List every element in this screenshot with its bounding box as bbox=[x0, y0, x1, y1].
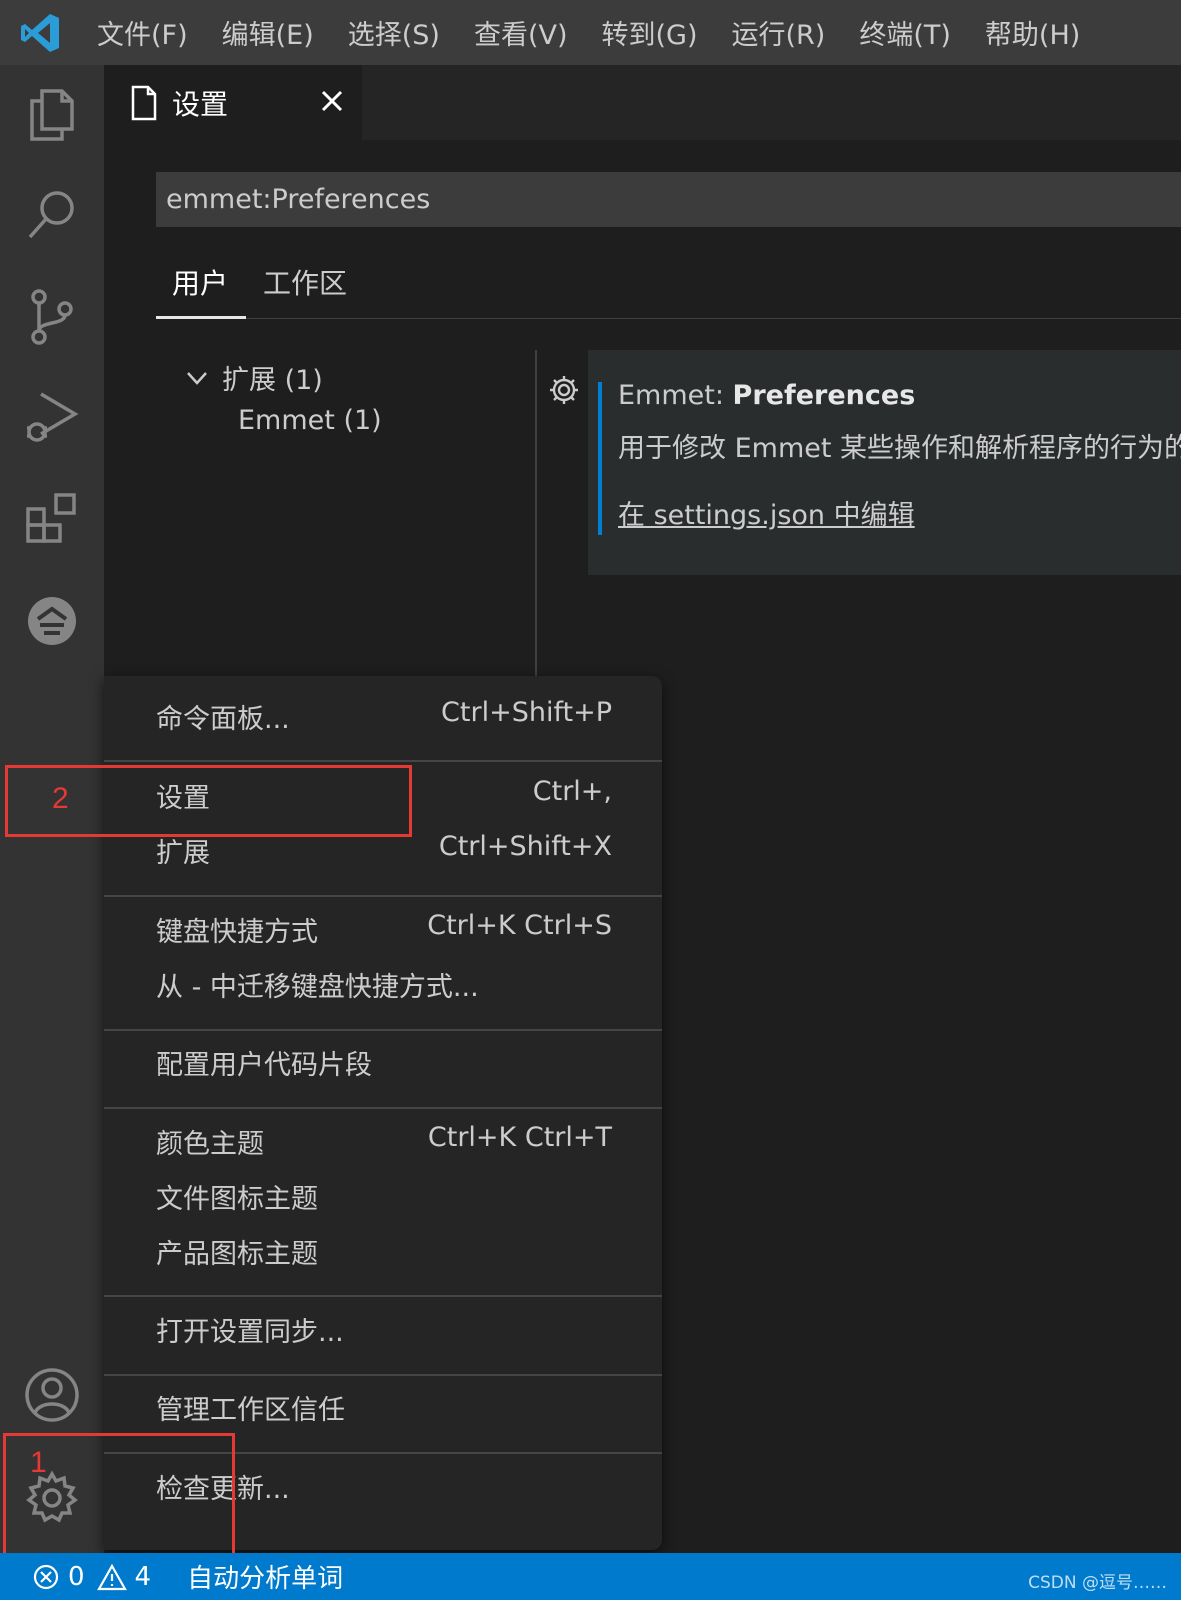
menu-run[interactable]: 运行(R) bbox=[715, 13, 843, 52]
file-icon bbox=[131, 85, 157, 120]
problems-status[interactable]: 0 4 bbox=[32, 1562, 151, 1592]
files-icon[interactable] bbox=[22, 85, 82, 145]
error-count: 0 bbox=[68, 1561, 85, 1592]
setting-focus-bar bbox=[598, 382, 602, 535]
menu-item-file-icon-theme[interactable]: 文件图标主题 bbox=[156, 1177, 612, 1216]
menu-separator bbox=[104, 1374, 662, 1376]
setting-gear-icon[interactable] bbox=[548, 374, 580, 406]
close-icon[interactable] bbox=[316, 85, 348, 117]
menu-edit[interactable]: 编辑(E) bbox=[205, 13, 331, 52]
remote-explorer-icon[interactable] bbox=[22, 591, 82, 651]
error-icon bbox=[33, 1564, 59, 1589]
chevron-down-icon bbox=[187, 371, 207, 385]
menu-separator bbox=[104, 1107, 662, 1109]
run-debug-icon[interactable] bbox=[22, 387, 82, 447]
warning-icon bbox=[96, 1563, 127, 1590]
menu-separator bbox=[104, 1295, 662, 1297]
editor-tab-bar: 设置 bbox=[104, 65, 1181, 140]
toc-divider bbox=[535, 350, 537, 680]
tab-user-scope[interactable]: 用户 bbox=[172, 262, 228, 302]
menu-separator bbox=[104, 760, 662, 762]
toc-extensions[interactable]: 扩展 (1) bbox=[186, 358, 323, 397]
extension-status-text[interactable]: 自动分析单词 bbox=[187, 1558, 343, 1595]
warning-count: 4 bbox=[134, 1561, 152, 1592]
status-bar: 0 4 自动分析单词 bbox=[0, 1553, 1181, 1600]
menu-item-workspace-trust[interactable]: 管理工作区信任 bbox=[156, 1388, 612, 1427]
menu-item-color-theme[interactable]: 颜色主题 Ctrl+K Ctrl+T bbox=[156, 1122, 612, 1161]
menu-item-migrate-keybindings[interactable]: 从 - 中迁移键盘快捷方式... bbox=[156, 965, 612, 1004]
search-icon[interactable] bbox=[22, 185, 82, 245]
menu-go[interactable]: 转到(G) bbox=[585, 13, 715, 52]
edit-in-settings-json-link[interactable]: 在 settings.json 中编辑 bbox=[618, 493, 915, 532]
annotation-number-2: 2 bbox=[52, 782, 69, 815]
toc-extensions-label: 扩展 (1) bbox=[222, 365, 323, 396]
vscode-logo-icon bbox=[0, 0, 80, 65]
menu-terminal[interactable]: 终端(T) bbox=[842, 13, 968, 52]
menu-item-product-icon-theme[interactable]: 产品图标主题 bbox=[156, 1232, 612, 1271]
menu-separator bbox=[104, 895, 662, 897]
menu-view[interactable]: 查看(V) bbox=[457, 13, 585, 52]
menu-item-keyboard-shortcuts[interactable]: 键盘快捷方式 Ctrl+K Ctrl+S bbox=[156, 910, 612, 949]
settings-search-input[interactable]: emmet:Preferences bbox=[156, 172, 1181, 227]
tab-workspace-scope[interactable]: 工作区 bbox=[263, 262, 347, 302]
tab-settings[interactable]: 设置 bbox=[104, 65, 362, 140]
annotation-number-1: 1 bbox=[30, 1446, 47, 1479]
active-scope-indicator bbox=[156, 316, 246, 319]
menu-file[interactable]: 文件(F) bbox=[80, 13, 205, 52]
menu-separator bbox=[104, 1029, 662, 1031]
tab-label: 设置 bbox=[172, 87, 229, 121]
menu-selection[interactable]: 选择(S) bbox=[331, 13, 457, 52]
menu-help[interactable]: 帮助(H) bbox=[968, 13, 1097, 52]
watermark: CSDN @逗号…… bbox=[1028, 1573, 1167, 1593]
extensions-icon[interactable] bbox=[22, 489, 82, 549]
menu-item-user-snippets[interactable]: 配置用户代码片段 bbox=[156, 1043, 612, 1082]
menu-item-settings-sync[interactable]: 打开设置同步... bbox=[156, 1310, 612, 1349]
account-icon[interactable] bbox=[22, 1365, 82, 1425]
menu-item-command-palette[interactable]: 命令面板... Ctrl+Shift+P bbox=[156, 697, 612, 736]
source-control-icon[interactable] bbox=[22, 287, 82, 347]
toc-emmet[interactable]: Emmet (1) bbox=[238, 405, 382, 436]
setting-title: Emmet: Preferences bbox=[618, 380, 916, 411]
setting-description: 用于修改 Emmet 某些操作和解析程序的行为的首选项 bbox=[618, 433, 1181, 464]
menu-bar: 文件(F) 编辑(E) 选择(S) 查看(V) 转到(G) 运行(R) 终端(T… bbox=[0, 0, 1181, 65]
scope-divider bbox=[156, 318, 1181, 319]
